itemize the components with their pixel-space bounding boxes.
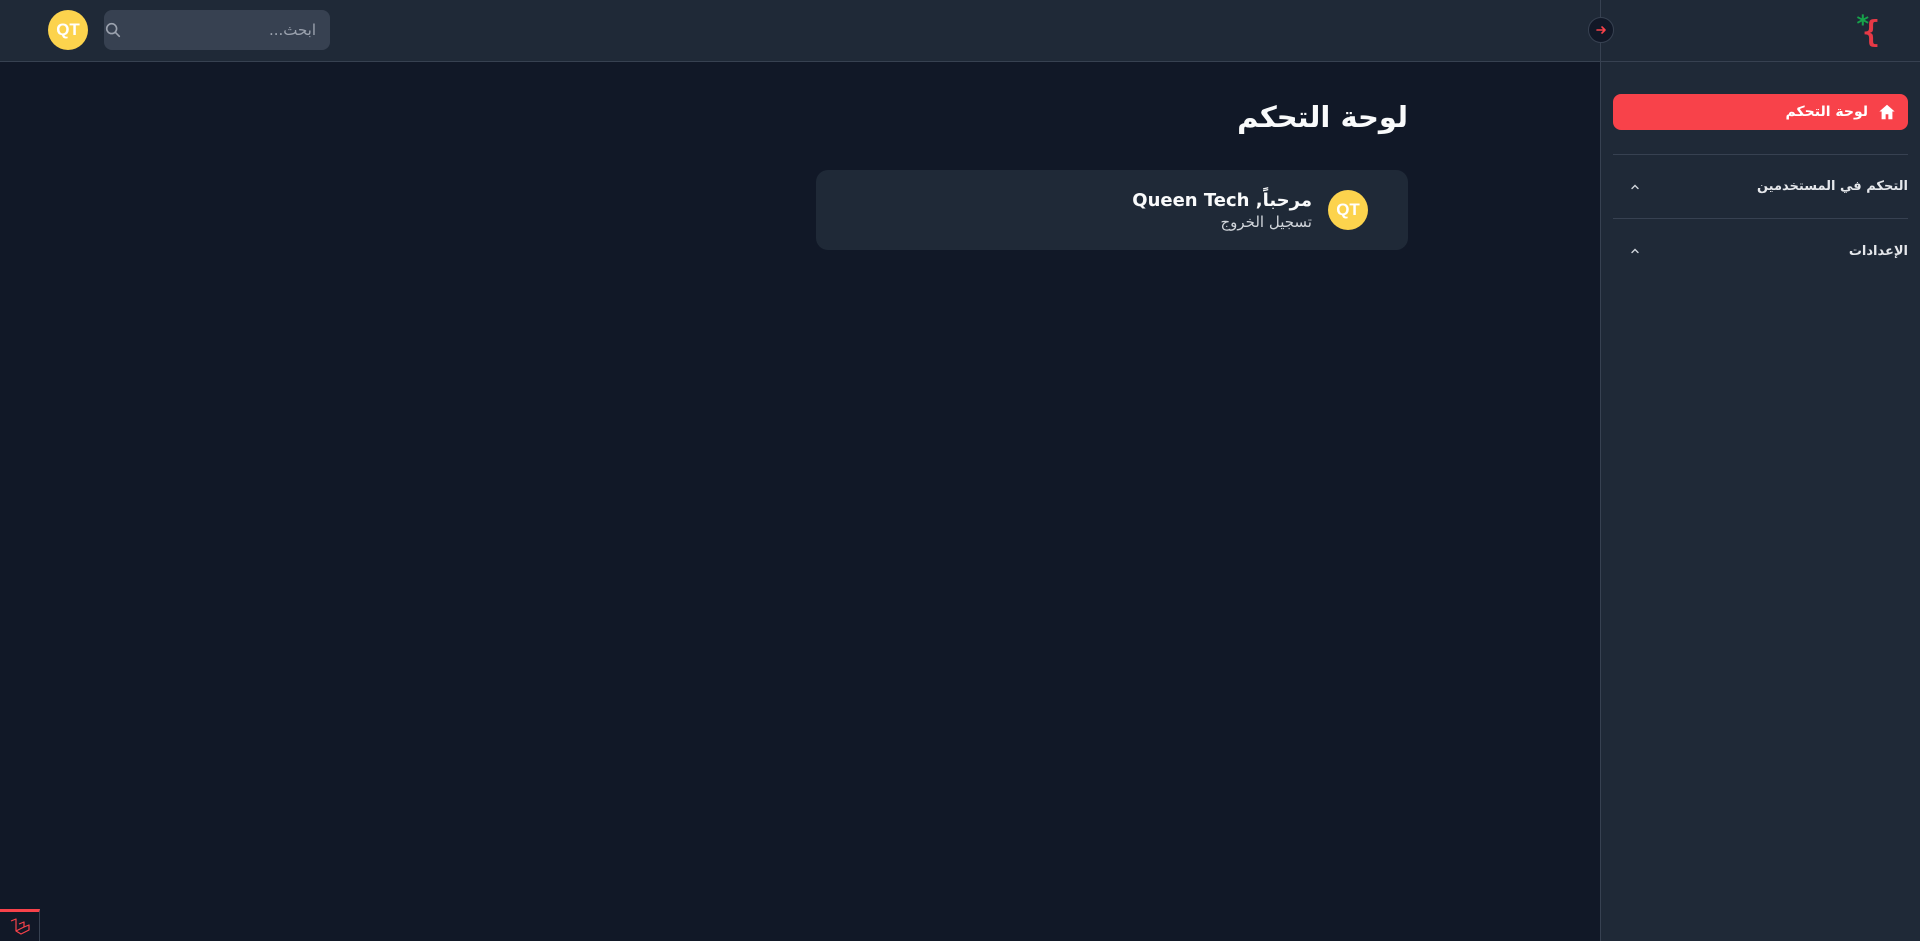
user-avatar-button[interactable]: QT: [48, 10, 88, 50]
chevron-up-icon: [1629, 181, 1641, 193]
sidebar-group-label: التحكم في المستخدمين: [1756, 179, 1908, 194]
sidebar-group-settings[interactable]: الإعدادات: [1613, 219, 1908, 283]
sidebar-group-label: الإعدادات: [1848, 243, 1908, 259]
page-title: لوحة التحكم: [1237, 100, 1408, 134]
welcome-text: مرحباً, Queen Tech تسجيل الخروج: [1132, 190, 1312, 231]
debugbar-toggle[interactable]: [0, 909, 40, 941]
search-icon: [104, 21, 122, 39]
welcome-greeting: مرحباً, Queen Tech: [1132, 189, 1312, 211]
search-box: [104, 10, 330, 50]
welcome-card: QT مرحباً, Queen Tech تسجيل الخروج: [816, 170, 1408, 250]
avatar: QT: [1328, 190, 1368, 230]
avatar-initials: QT: [56, 20, 80, 39]
laravel-icon: [10, 917, 30, 935]
app-root: { } * لوحة التحكم التحكم في المستخدمين: [0, 0, 1920, 941]
sidebar-header: { } *: [1588, 0, 1920, 62]
svg-text:*: *: [1856, 10, 1869, 38]
sidebar-item-label: لوحة التحكم: [1785, 104, 1868, 120]
sidebar-nav: لوحة التحكم التحكم في المستخدمين الإعداد…: [1601, 62, 1920, 283]
avatar-initials: QT: [1336, 200, 1360, 219]
sidebar-item-dashboard[interactable]: لوحة التحكم: [1613, 94, 1908, 130]
sidebar-group-user-control[interactable]: التحكم في المستخدمين: [1613, 155, 1908, 219]
sidebar: { } * لوحة التحكم التحكم في المستخدمين: [1588, 0, 1920, 941]
chevron-up-icon: [1629, 245, 1641, 257]
brand-logo[interactable]: { } *: [1854, 10, 1900, 50]
home-icon: [1879, 104, 1895, 120]
search-input[interactable]: [122, 21, 316, 39]
sidebar-collapse-button[interactable]: [1588, 17, 1614, 43]
arrow-right-icon: [1596, 26, 1606, 34]
logout-link[interactable]: تسجيل الخروج: [1132, 213, 1312, 231]
main-content: لوحة التحكم QT مرحباً, Queen Tech تسجيل …: [0, 62, 1600, 941]
topbar: QT: [0, 0, 1600, 62]
